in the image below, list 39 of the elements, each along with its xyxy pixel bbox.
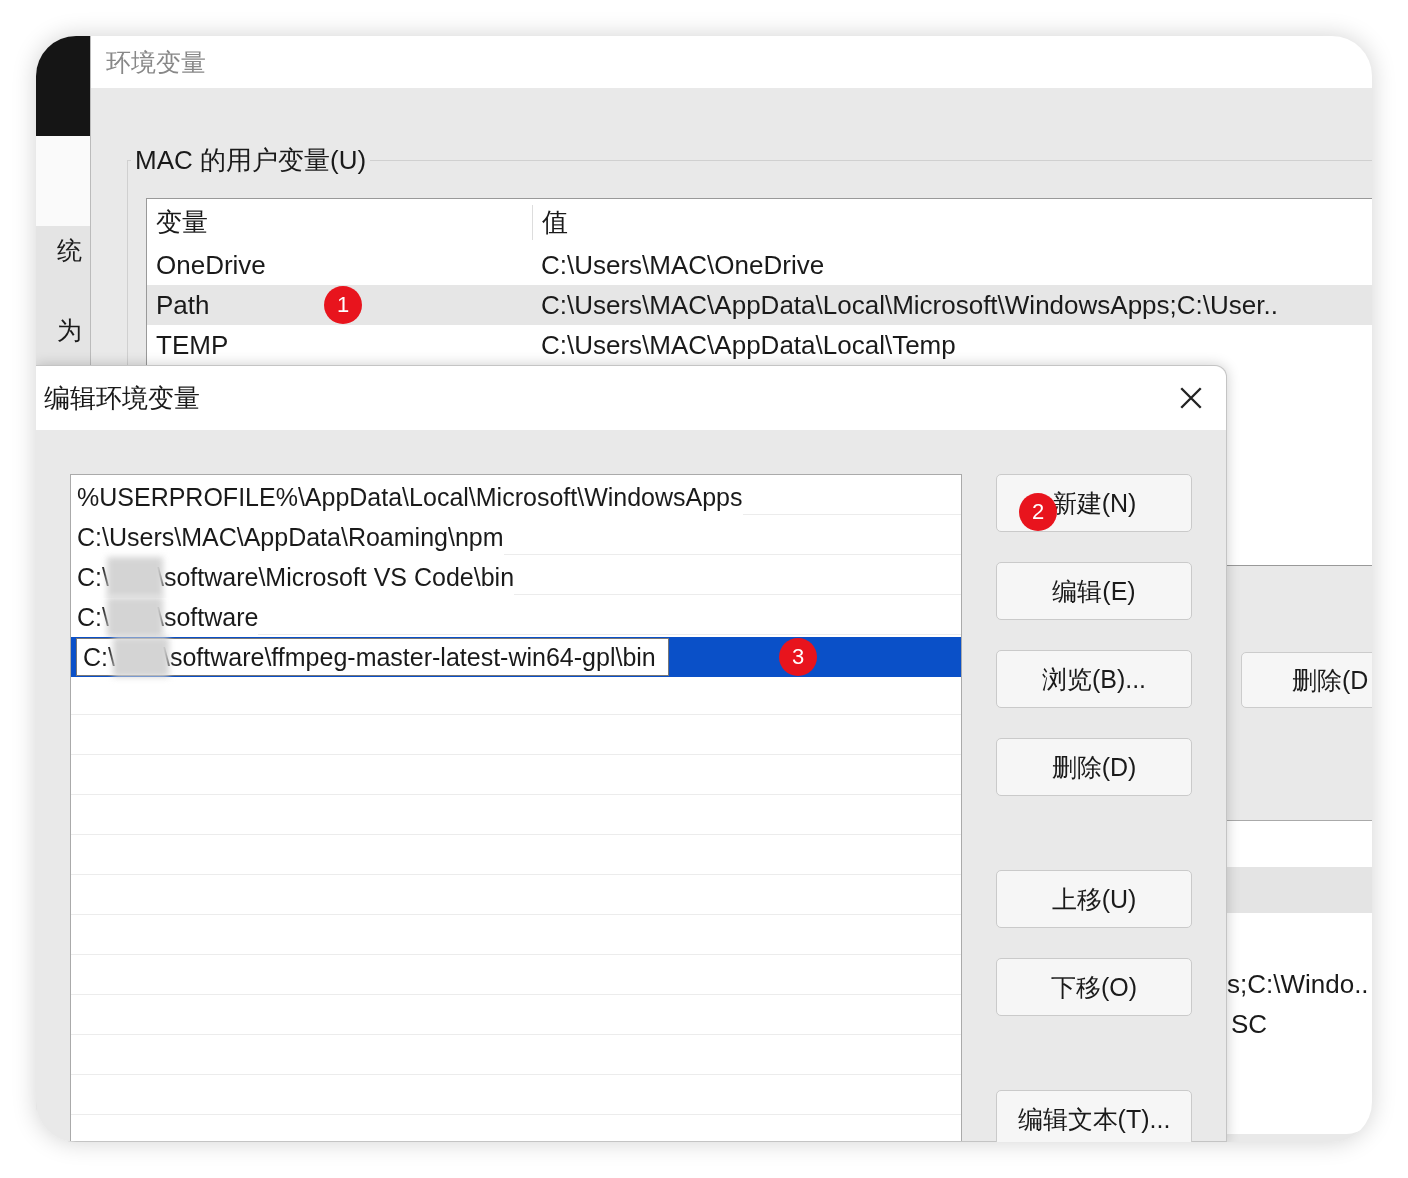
variable-value: C:\Users\MAC\AppData\Local\Temp	[540, 329, 957, 361]
dialog-button[interactable]: 编辑文本(T)...	[996, 1090, 1192, 1142]
path-text: C:\	[77, 562, 109, 592]
list-item[interactable]: C:\ \software\Microsoft VS Code\bin	[71, 557, 961, 597]
dialog-title: 编辑环境变量	[44, 381, 200, 415]
delete-button[interactable]: 删除(D	[1241, 652, 1372, 708]
path-text: C:\	[83, 642, 115, 672]
dialog-button[interactable]: 浏览(B)...	[996, 650, 1192, 708]
variable-value: s;C:\Windo..	[1227, 969, 1369, 1000]
step-marker: 3	[779, 638, 817, 676]
table-row[interactable]: Path 1 C:\Users\MAC\AppData\Local\Microsoft\WindowsApps;C:\User..	[147, 285, 1372, 325]
close-icon[interactable]	[1178, 385, 1204, 411]
window-label: 统	[57, 235, 82, 266]
variable-name: OneDrive	[156, 249, 266, 281]
list-item[interactable]: C:\ \software	[71, 597, 961, 637]
column-header: 变量	[155, 205, 209, 239]
variable-value: C:\Users\MAC\AppData\Local\Microsoft\WindowsApps;C:\User..	[540, 289, 1279, 321]
path-text: \software\Microsoft VS Code\bin	[156, 562, 515, 592]
window-label: 为	[57, 315, 82, 346]
list-item[interactable]: C:\Users\MAC\AppData\Roaming\npm	[71, 517, 961, 557]
table-row[interactable]: OneDrive C:\Users\MAC\OneDrive	[147, 245, 1372, 285]
path-text: %USERPROFILE%\AppData\Local\Microsoft\WindowsApps	[77, 482, 743, 512]
variable-name: Path	[156, 289, 210, 321]
window-title: 环境变量	[106, 46, 206, 78]
dialog-button[interactable]: 删除(D)	[996, 738, 1192, 796]
variable-value: SC	[1231, 1009, 1268, 1040]
dialog-button[interactable]: 下移(O)	[996, 958, 1192, 1016]
path-text: C:\Users\MAC\AppData\Roaming\npm	[77, 522, 504, 552]
variable-value: C:\Users\MAC\OneDrive	[540, 249, 826, 281]
path-text: C:\	[77, 602, 109, 632]
list-item[interactable]: C:\ \software\ffmpeg-master-latest-win64-gpl\bin 3	[71, 637, 961, 677]
dialog-button[interactable]: 编辑(E)	[996, 562, 1192, 620]
table-row[interactable]: TEMP C:\Users\MAC\AppData\Local\Temp	[147, 325, 1372, 365]
variable-name: TEMP	[156, 329, 229, 361]
dialog-button[interactable]: 上移(U)	[996, 870, 1192, 928]
step-marker: 1	[324, 285, 362, 324]
path-text: \software\ffmpeg-master-latest-win64-gpl\bin	[162, 642, 656, 672]
column-header: 值	[532, 204, 1372, 240]
path-text: \software	[156, 602, 259, 632]
